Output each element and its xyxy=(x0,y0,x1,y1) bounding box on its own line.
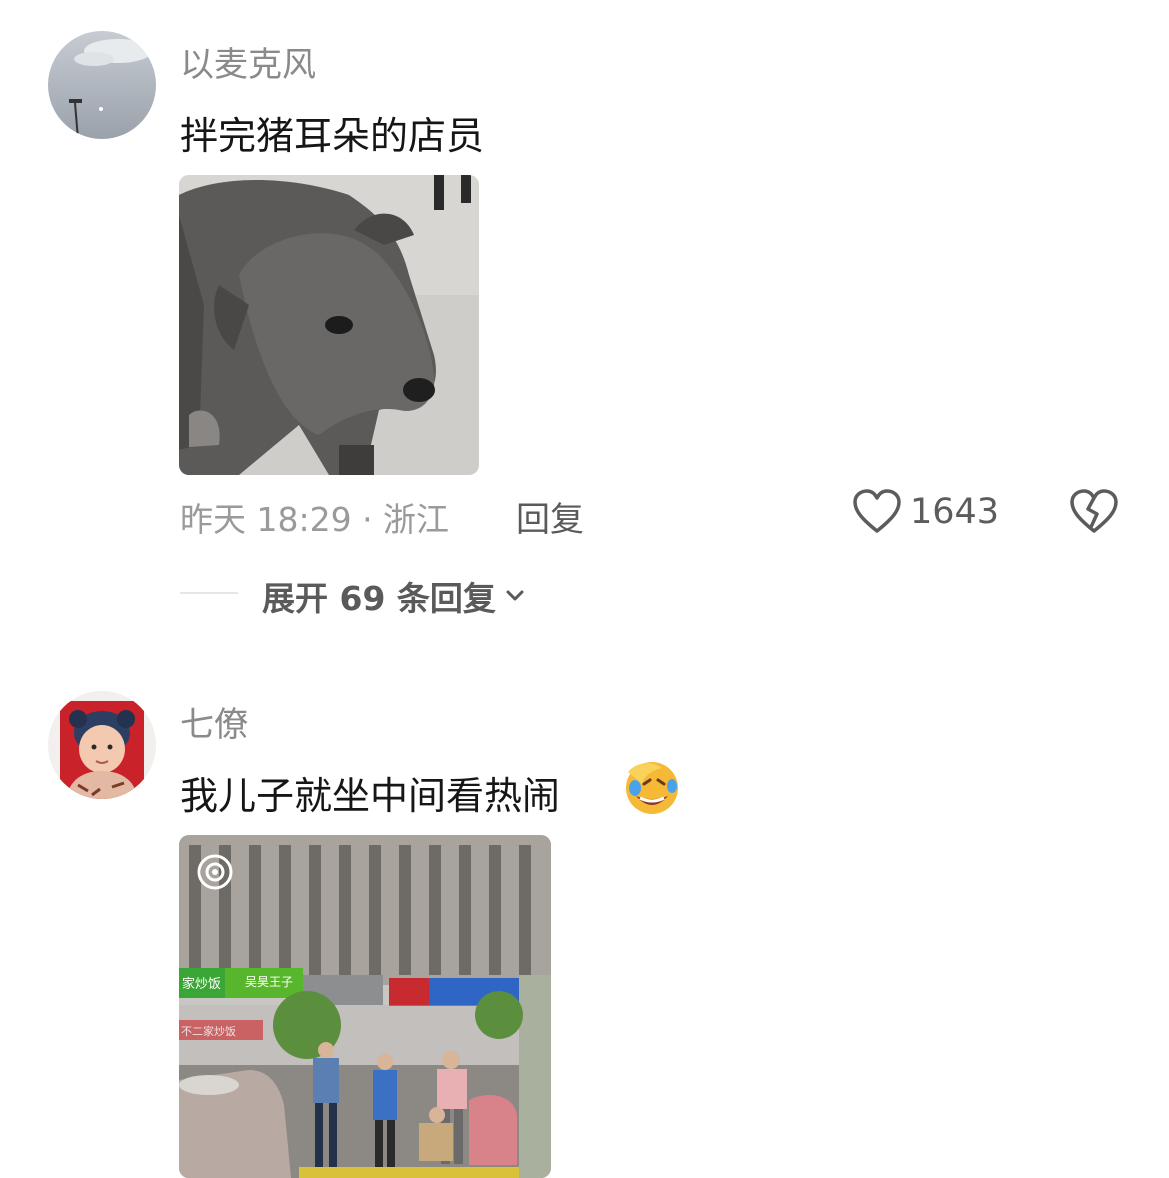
street-scene-photo-icon: 家炒饭 吴昊王子 不二家炒饭 xyxy=(179,835,551,1178)
avatar[interactable] xyxy=(48,691,156,799)
dog-photo-icon xyxy=(179,175,479,475)
expand-divider xyxy=(180,592,238,594)
comment-text: 拌完猪耳朵的店员 xyxy=(180,114,485,158)
expand-replies-label: 展开 69 条回复 xyxy=(262,579,496,618)
child-avatar-image xyxy=(48,691,156,799)
comment-text: 我儿子就坐中间看热闹 xyxy=(180,774,561,818)
comment-username[interactable]: 以麦克风 xyxy=(180,37,316,86)
like-button[interactable]: 1643 xyxy=(852,489,999,535)
like-count: 1643 xyxy=(910,492,1000,532)
comment-time-location: 昨天 18:29 · 浙江 xyxy=(180,500,450,539)
broken-heart-icon xyxy=(1070,489,1118,533)
reply-button[interactable]: 回复 xyxy=(516,492,584,541)
comment-image[interactable] xyxy=(179,175,479,475)
avatar[interactable] xyxy=(48,31,156,139)
comment-username[interactable]: 七僚 xyxy=(180,697,248,746)
sky-avatar-image xyxy=(48,31,156,139)
dislike-button[interactable] xyxy=(1069,489,1119,539)
expand-replies-button[interactable]: 展开 69 条回复 xyxy=(262,572,526,620)
comment-image[interactable]: 家炒饭 吴昊王子 不二家炒饭 xyxy=(179,835,551,1178)
laughing-crying-emoji-icon xyxy=(622,758,682,820)
chevron-down-icon xyxy=(506,590,524,601)
shop-sign-text: 家炒饭 xyxy=(182,976,221,992)
shop-sign-text: 吴昊王子 xyxy=(245,975,293,989)
heart-icon xyxy=(853,489,901,533)
